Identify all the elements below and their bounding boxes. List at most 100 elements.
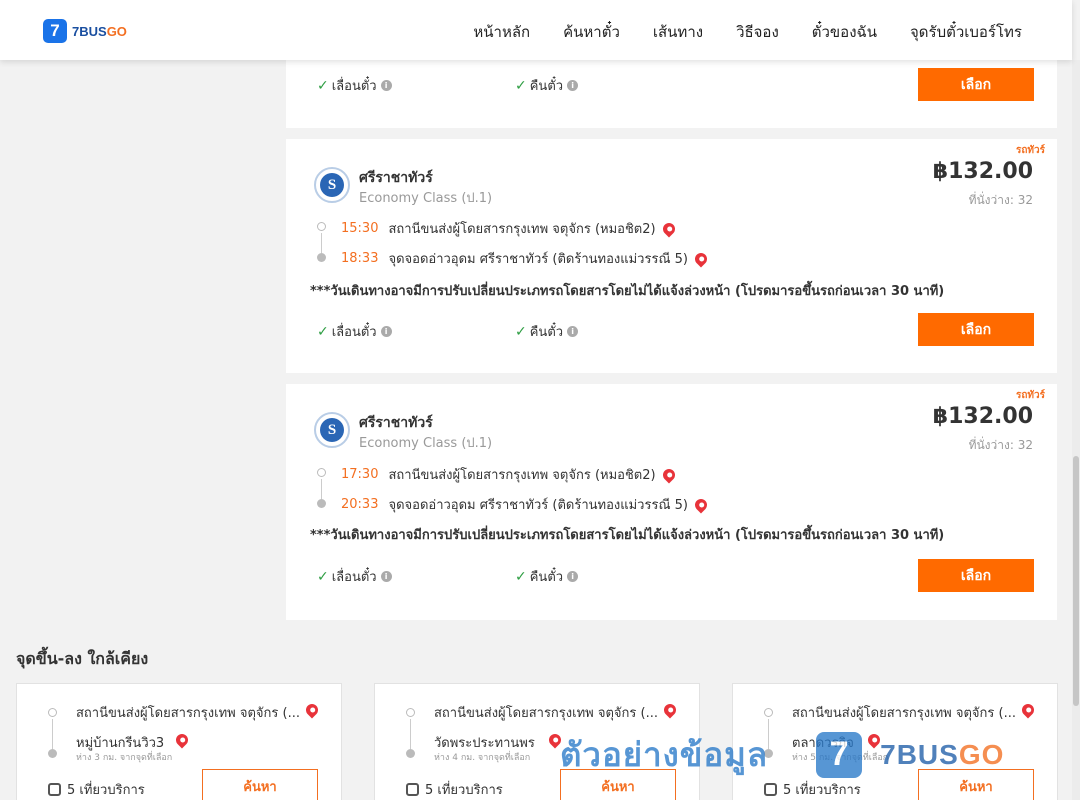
info-icon[interactable]: i <box>567 571 579 582</box>
nav-pickup-points[interactable]: จุดรับตั๋วเบอร์โทร <box>910 20 1022 44</box>
operator-name: ศรีราชาทัวร์ <box>359 170 433 186</box>
select-trip-button[interactable]: เลือก <box>918 68 1034 101</box>
trip-notice: ***วันเดินทางอาจมีการปรับเปลี่ยนประเภทรถ… <box>310 284 945 299</box>
departure-station: สถานีขนส่งผู้โดยสารกรุงเทพ จตุจักร (หมอช… <box>388 222 656 237</box>
info-icon[interactable]: i <box>380 80 392 91</box>
sample-data-watermark: ตัวอย่างข้อมูล 7 7BUSGO <box>560 728 1004 781</box>
refund-option: ✓ คืนตั๋ว i <box>515 321 579 342</box>
watermark-brand: 7BUSGO <box>880 738 1005 770</box>
refund-option: ✓ คืนตั๋ว i <box>515 75 579 96</box>
nearby-trip-count: 5 เที่ยวบริการ <box>764 779 861 800</box>
nearby-section-title: จุดขึ้น-ลง ใกล้เคียง <box>16 649 149 668</box>
trip-notice: ***วันเดินทางอาจมีการปรับเปลี่ยนประเภทรถ… <box>310 528 945 543</box>
logo-text: 7BUSGO <box>72 23 127 39</box>
route-line <box>410 719 411 749</box>
arrival-row: 18:33 จุดจอดอ่าวอุดม ศรีราชาทัวร์ (ติดร้… <box>341 248 710 269</box>
map-pin-icon[interactable] <box>660 466 678 483</box>
main-nav: หน้าหลัก ค้นหาตั๋ว เส้นทาง วิธีจอง ตั๋วข… <box>473 20 1022 44</box>
destination-dot-icon <box>406 749 415 758</box>
map-pin-icon[interactable] <box>692 496 710 513</box>
map-pin-icon[interactable] <box>692 250 710 267</box>
reschedule-option: ✓ เลื่อนตั๋ว i <box>317 75 392 96</box>
nav-home[interactable]: หน้าหลัก <box>473 20 530 44</box>
destination-dot-icon <box>317 499 326 508</box>
nearby-origin: สถานีขนส่งผู้โดยสารกรุงเทพ จตุจักร (... <box>434 706 658 721</box>
map-pin-icon[interactable] <box>303 701 321 719</box>
origin-dot-icon <box>317 222 326 231</box>
destination-dot-icon <box>317 253 326 262</box>
bus-class: Economy Class (ป.1) <box>359 436 493 451</box>
arrival-time: 20:33 <box>341 497 379 512</box>
trip-price: ฿132.00 <box>932 159 1033 184</box>
route-line <box>52 719 53 749</box>
origin-dot-icon <box>406 708 415 717</box>
check-icon: ✓ <box>317 568 329 585</box>
select-trip-button[interactable]: เลือก <box>918 313 1034 346</box>
page-scrollbar[interactable] <box>1072 60 1080 800</box>
map-pin-icon[interactable] <box>661 701 679 719</box>
logo-badge-icon: 7 <box>43 19 67 43</box>
bus-icon <box>406 783 419 796</box>
brand-logo[interactable]: 7 7BUSGO <box>43 19 127 43</box>
departure-station: สถานีขนส่งผู้โดยสารกรุงเทพ จตุจักร (หมอช… <box>388 468 656 483</box>
watermark-logo-icon: 7 <box>816 731 863 778</box>
origin-dot-icon <box>764 708 773 717</box>
seats-available: ที่นั่งว่าง: 32 <box>968 193 1033 207</box>
reschedule-option: ✓ เลื่อนตั๋ว i <box>317 566 392 587</box>
map-pin-icon[interactable] <box>1019 701 1037 719</box>
departure-time: 17:30 <box>341 467 379 482</box>
route-line <box>321 233 322 253</box>
nav-routes[interactable]: เส้นทาง <box>653 20 703 44</box>
seats-available: ที่นั่งว่าง: 32 <box>968 438 1033 452</box>
nav-my-tickets[interactable]: ตั๋วของฉัน <box>812 20 877 44</box>
map-pin-icon[interactable] <box>660 220 678 237</box>
scrollbar-thumb[interactable] <box>1073 456 1079 706</box>
departure-row: 15:30 สถานีขนส่งผู้โดยสารกรุงเทพ จตุจักร… <box>341 218 678 239</box>
departure-row: 17:30 สถานีขนส่งผู้โดยสารกรุงเทพ จตุจักร… <box>341 464 678 485</box>
destination-dot-icon <box>48 749 57 758</box>
arrival-station: จุดจอดอ่าวอุดม ศรีราชาทัวร์ (ติดร้านทองแ… <box>388 252 688 267</box>
select-trip-button[interactable]: เลือก <box>918 559 1034 592</box>
nearby-search-button[interactable]: ค้นหา <box>202 769 318 800</box>
operator-name: ศรีราชาทัวร์ <box>359 415 433 431</box>
trip-card: รถทัวร์ S ศรีราชาทัวร์ Economy Class (ป.… <box>286 139 1057 373</box>
info-icon[interactable]: i <box>567 80 579 91</box>
origin-dot-icon <box>317 468 326 477</box>
bus-icon <box>48 783 61 796</box>
nearby-distance: ห่าง 4 กม. จากจุดที่เลือก <box>434 753 531 763</box>
nearby-origin: สถานีขนส่งผู้โดยสารกรุงเทพ จตุจักร (... <box>76 706 300 721</box>
nearby-distance: ห่าง 3 กม. จากจุดที่เลือก <box>76 753 173 763</box>
info-icon[interactable]: i <box>380 571 392 582</box>
check-icon: ✓ <box>515 568 527 585</box>
reschedule-option: ✓ เลื่อนตั๋ว i <box>317 321 392 342</box>
route-line <box>321 479 322 499</box>
bus-icon <box>764 783 777 796</box>
nearby-origin: สถานีขนส่งผู้โดยสารกรุงเทพ จตุจักร (... <box>792 706 1016 721</box>
watermark-text: ตัวอย่างข้อมูล <box>560 735 769 774</box>
arrival-row: 20:33 จุดจอดอ่าวอุดม ศรีราชาทัวร์ (ติดร้… <box>341 494 710 515</box>
nav-search-ticket[interactable]: ค้นหาตั๋ว <box>563 20 620 44</box>
refund-option: ✓ คืนตั๋ว i <box>515 566 579 587</box>
origin-dot-icon <box>48 708 57 717</box>
nearby-trip-count: 5 เที่ยวบริการ <box>48 779 145 800</box>
bus-type-tag: รถทัวร์ <box>1015 145 1045 156</box>
info-icon[interactable]: i <box>567 326 579 337</box>
bus-class: Economy Class (ป.1) <box>359 191 493 206</box>
operator-logo-icon: S <box>314 167 350 203</box>
map-pin-icon[interactable] <box>173 731 191 749</box>
operator-logo-icon: S <box>314 412 350 448</box>
bus-type-tag: รถทัวร์ <box>1015 390 1045 401</box>
trip-card-partial: ✓ เลื่อนตั๋ว i ✓ คืนตั๋ว i เลือก <box>286 60 1057 128</box>
info-icon[interactable]: i <box>380 326 392 337</box>
arrival-station: จุดจอดอ่าวอุดม ศรีราชาทัวร์ (ติดร้านทองแ… <box>388 498 688 513</box>
nearby-trip-count: 5 เที่ยวบริการ <box>406 779 503 800</box>
nearby-card: สถานีขนส่งผู้โดยสารกรุงเทพ จตุจักร (... … <box>16 683 342 800</box>
nav-how-to-book[interactable]: วิธีจอง <box>736 20 779 44</box>
trip-card: รถทัวร์ S ศรีราชาทัวร์ Economy Class (ป.… <box>286 384 1057 620</box>
trip-price: ฿132.00 <box>932 404 1033 429</box>
check-icon: ✓ <box>515 323 527 340</box>
departure-time: 15:30 <box>341 221 379 236</box>
arrival-time: 18:33 <box>341 251 379 266</box>
check-icon: ✓ <box>317 77 329 94</box>
check-icon: ✓ <box>515 77 527 94</box>
